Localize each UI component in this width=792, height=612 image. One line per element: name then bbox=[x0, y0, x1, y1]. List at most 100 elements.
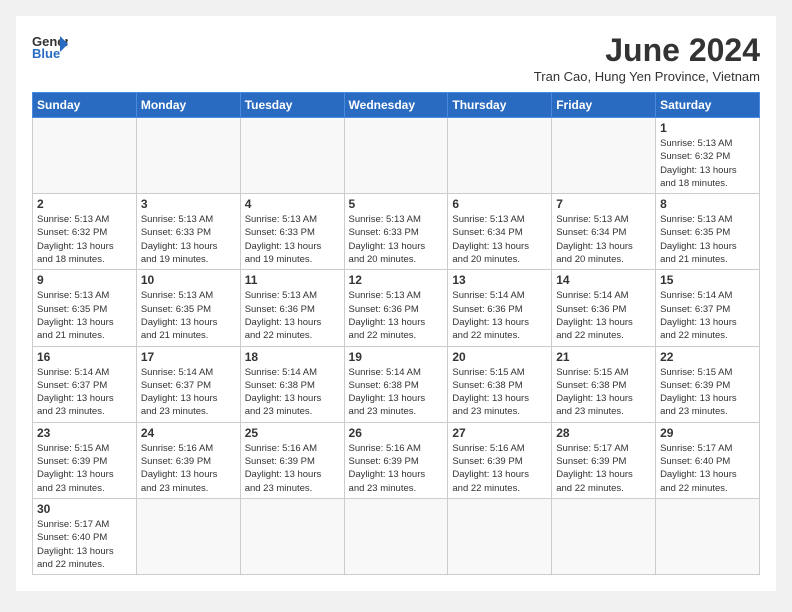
calendar-page: General Blue June 2024 Tran Cao, Hung Ye… bbox=[16, 16, 776, 591]
table-row bbox=[136, 498, 240, 574]
day-number: 8 bbox=[660, 197, 755, 211]
calendar-row: 2 Sunrise: 5:13 AM Sunset: 6:32 PM Daylig… bbox=[33, 194, 760, 270]
table-row: 3 Sunrise: 5:13 AM Sunset: 6:33 PM Daylig… bbox=[136, 194, 240, 270]
day-info: Sunrise: 5:13 AM Sunset: 6:35 PM Dayligh… bbox=[660, 213, 755, 266]
table-row: 13 Sunrise: 5:14 AM Sunset: 6:36 PM Dayli… bbox=[448, 270, 552, 346]
day-number: 28 bbox=[556, 426, 651, 440]
month-title: June 2024 bbox=[534, 32, 760, 69]
day-number: 2 bbox=[37, 197, 132, 211]
table-row: 1 Sunrise: 5:13 AM Sunset: 6:32 PM Daylig… bbox=[656, 118, 760, 194]
day-info: Sunrise: 5:15 AM Sunset: 6:39 PM Dayligh… bbox=[37, 442, 132, 495]
day-info: Sunrise: 5:13 AM Sunset: 6:33 PM Dayligh… bbox=[349, 213, 444, 266]
table-row bbox=[240, 118, 344, 194]
header: General Blue June 2024 Tran Cao, Hung Ye… bbox=[32, 32, 760, 84]
day-number: 13 bbox=[452, 273, 547, 287]
day-number: 11 bbox=[245, 273, 340, 287]
day-number: 10 bbox=[141, 273, 236, 287]
calendar-row: 23 Sunrise: 5:15 AM Sunset: 6:39 PM Dayli… bbox=[33, 422, 760, 498]
table-row: 29Sunrise: 5:17 AM Sunset: 6:40 PM Dayli… bbox=[656, 422, 760, 498]
table-row: 14Sunrise: 5:14 AM Sunset: 6:36 PM Dayli… bbox=[552, 270, 656, 346]
table-row bbox=[656, 498, 760, 574]
day-info: Sunrise: 5:13 AM Sunset: 6:32 PM Dayligh… bbox=[660, 137, 755, 190]
logo: General Blue bbox=[32, 32, 68, 60]
table-row bbox=[448, 118, 552, 194]
table-row bbox=[344, 498, 448, 574]
day-info: Sunrise: 5:16 AM Sunset: 6:39 PM Dayligh… bbox=[141, 442, 236, 495]
day-number: 15 bbox=[660, 273, 755, 287]
day-info: Sunrise: 5:14 AM Sunset: 6:38 PM Dayligh… bbox=[349, 366, 444, 419]
day-number: 30 bbox=[37, 502, 132, 516]
day-number: 9 bbox=[37, 273, 132, 287]
day-number: 14 bbox=[556, 273, 651, 287]
day-number: 19 bbox=[349, 350, 444, 364]
table-row bbox=[240, 498, 344, 574]
calendar-row: 16 Sunrise: 5:14 AM Sunset: 6:37 PM Dayli… bbox=[33, 346, 760, 422]
table-row bbox=[448, 498, 552, 574]
table-row: 11Sunrise: 5:13 AM Sunset: 6:36 PM Dayli… bbox=[240, 270, 344, 346]
day-info: Sunrise: 5:14 AM Sunset: 6:37 PM Dayligh… bbox=[37, 366, 132, 419]
header-wednesday: Wednesday bbox=[344, 93, 448, 118]
day-number: 16 bbox=[37, 350, 132, 364]
table-row: 25Sunrise: 5:16 AM Sunset: 6:39 PM Dayli… bbox=[240, 422, 344, 498]
day-number: 3 bbox=[141, 197, 236, 211]
table-row: 6 Sunrise: 5:13 AM Sunset: 6:34 PM Daylig… bbox=[448, 194, 552, 270]
day-number: 21 bbox=[556, 350, 651, 364]
day-number: 27 bbox=[452, 426, 547, 440]
day-number: 26 bbox=[349, 426, 444, 440]
table-row: 7Sunrise: 5:13 AM Sunset: 6:34 PM Daylig… bbox=[552, 194, 656, 270]
table-row: 17 Sunrise: 5:14 AM Sunset: 6:37 PM Dayli… bbox=[136, 346, 240, 422]
day-number: 6 bbox=[452, 197, 547, 211]
header-thursday: Thursday bbox=[448, 93, 552, 118]
day-number: 18 bbox=[245, 350, 340, 364]
calendar-table: Sunday Monday Tuesday Wednesday Thursday… bbox=[32, 92, 760, 575]
table-row: 22 Sunrise: 5:15 AM Sunset: 6:39 PM Dayli… bbox=[656, 346, 760, 422]
header-sunday: Sunday bbox=[33, 93, 137, 118]
table-row: 8 Sunrise: 5:13 AM Sunset: 6:35 PM Daylig… bbox=[656, 194, 760, 270]
day-info: Sunrise: 5:13 AM Sunset: 6:34 PM Dayligh… bbox=[556, 213, 651, 266]
header-friday: Friday bbox=[552, 93, 656, 118]
calendar-row: 30Sunrise: 5:17 AM Sunset: 6:40 PM Dayli… bbox=[33, 498, 760, 574]
table-row: 4Sunrise: 5:13 AM Sunset: 6:33 PM Daylig… bbox=[240, 194, 344, 270]
day-info: Sunrise: 5:13 AM Sunset: 6:35 PM Dayligh… bbox=[141, 289, 236, 342]
table-row: 10 Sunrise: 5:13 AM Sunset: 6:35 PM Dayli… bbox=[136, 270, 240, 346]
table-row: 21 Sunrise: 5:15 AM Sunset: 6:38 PM Dayli… bbox=[552, 346, 656, 422]
table-row: 23 Sunrise: 5:15 AM Sunset: 6:39 PM Dayli… bbox=[33, 422, 137, 498]
table-row: 28Sunrise: 5:17 AM Sunset: 6:39 PM Dayli… bbox=[552, 422, 656, 498]
day-info: Sunrise: 5:15 AM Sunset: 6:38 PM Dayligh… bbox=[556, 366, 651, 419]
day-number: 4 bbox=[245, 197, 340, 211]
day-info: Sunrise: 5:13 AM Sunset: 6:34 PM Dayligh… bbox=[452, 213, 547, 266]
table-row bbox=[552, 498, 656, 574]
day-number: 22 bbox=[660, 350, 755, 364]
day-info: Sunrise: 5:13 AM Sunset: 6:35 PM Dayligh… bbox=[37, 289, 132, 342]
logo-icon: General Blue bbox=[32, 32, 68, 60]
day-info: Sunrise: 5:13 AM Sunset: 6:36 PM Dayligh… bbox=[349, 289, 444, 342]
calendar-row: 1 Sunrise: 5:13 AM Sunset: 6:32 PM Daylig… bbox=[33, 118, 760, 194]
table-row: 26 Sunrise: 5:16 AM Sunset: 6:39 PM Dayli… bbox=[344, 422, 448, 498]
table-row: 18 Sunrise: 5:14 AM Sunset: 6:38 PM Dayli… bbox=[240, 346, 344, 422]
day-number: 1 bbox=[660, 121, 755, 135]
day-info: Sunrise: 5:14 AM Sunset: 6:37 PM Dayligh… bbox=[141, 366, 236, 419]
header-monday: Monday bbox=[136, 93, 240, 118]
day-info: Sunrise: 5:14 AM Sunset: 6:37 PM Dayligh… bbox=[660, 289, 755, 342]
table-row: 30Sunrise: 5:17 AM Sunset: 6:40 PM Dayli… bbox=[33, 498, 137, 574]
svg-text:Blue: Blue bbox=[32, 46, 60, 60]
table-row: 20Sunrise: 5:15 AM Sunset: 6:38 PM Dayli… bbox=[448, 346, 552, 422]
table-row: 5 Sunrise: 5:13 AM Sunset: 6:33 PM Daylig… bbox=[344, 194, 448, 270]
day-number: 17 bbox=[141, 350, 236, 364]
table-row bbox=[33, 118, 137, 194]
day-info: Sunrise: 5:13 AM Sunset: 6:32 PM Dayligh… bbox=[37, 213, 132, 266]
day-info: Sunrise: 5:16 AM Sunset: 6:39 PM Dayligh… bbox=[349, 442, 444, 495]
table-row: 15 Sunrise: 5:14 AM Sunset: 6:37 PM Dayli… bbox=[656, 270, 760, 346]
table-row: 27 Sunrise: 5:16 AM Sunset: 6:39 PM Dayli… bbox=[448, 422, 552, 498]
day-info: Sunrise: 5:14 AM Sunset: 6:38 PM Dayligh… bbox=[245, 366, 340, 419]
day-info: Sunrise: 5:14 AM Sunset: 6:36 PM Dayligh… bbox=[452, 289, 547, 342]
day-info: Sunrise: 5:16 AM Sunset: 6:39 PM Dayligh… bbox=[452, 442, 547, 495]
table-row: 9 Sunrise: 5:13 AM Sunset: 6:35 PM Daylig… bbox=[33, 270, 137, 346]
day-info: Sunrise: 5:13 AM Sunset: 6:33 PM Dayligh… bbox=[141, 213, 236, 266]
table-row: 12Sunrise: 5:13 AM Sunset: 6:36 PM Dayli… bbox=[344, 270, 448, 346]
day-number: 23 bbox=[37, 426, 132, 440]
weekday-header-row: Sunday Monday Tuesday Wednesday Thursday… bbox=[33, 93, 760, 118]
day-info: Sunrise: 5:15 AM Sunset: 6:39 PM Dayligh… bbox=[660, 366, 755, 419]
title-block: June 2024 Tran Cao, Hung Yen Province, V… bbox=[534, 32, 760, 84]
day-number: 5 bbox=[349, 197, 444, 211]
